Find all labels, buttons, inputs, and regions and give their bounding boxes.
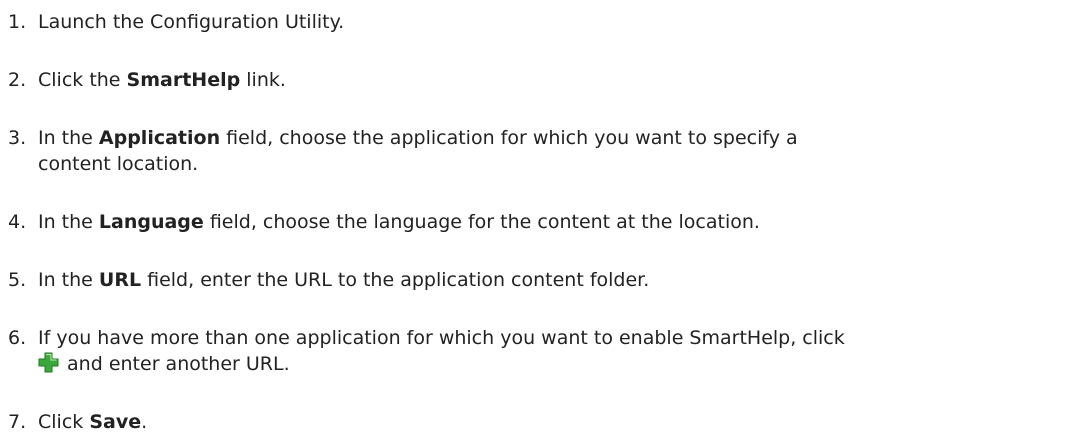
step-text: If you have more than one application fo… <box>38 325 1078 377</box>
step-text: In the URL field, enter the URL to the a… <box>38 267 1078 293</box>
step-7: 7. Click Save. <box>8 409 1078 435</box>
step-number: 7. <box>8 411 27 433</box>
step-6: 6. If you have more than one application… <box>8 325 1078 377</box>
step-text-pre: Click the <box>38 69 127 91</box>
step-3: 3. In the Application field, choose the … <box>8 125 1078 177</box>
step-4: 4. In the Language field, choose the lan… <box>8 209 1078 235</box>
ui-term: SmartHelp <box>126 69 241 91</box>
step-number: 4. <box>8 211 27 233</box>
step-text-line2: and enter another URL. <box>61 353 290 375</box>
step-text-post: field, enter the URL to the application … <box>141 269 650 291</box>
step-number: 6. <box>8 327 27 349</box>
step-text-post: field, choose the language for the conte… <box>203 211 760 233</box>
step-text-pre: In the <box>38 127 99 149</box>
step-number: 5. <box>8 269 27 291</box>
step-1: 1. Launch the Configuration Utility. <box>8 9 1078 35</box>
step-number: 2. <box>8 69 27 91</box>
step-text-pre: Click <box>38 411 90 433</box>
ui-term: URL <box>98 269 142 291</box>
step-text-post: field, choose the application for which … <box>220 127 798 149</box>
step-2: 2. Click the SmartHelp link. <box>8 67 1078 93</box>
add-icon <box>38 352 59 373</box>
step-text-post: . <box>141 411 148 433</box>
step-text: Click Save. <box>38 409 1078 435</box>
step-text: In the Application field, choose the app… <box>38 125 1078 177</box>
step-text: Launch the Configuration Utility. <box>38 9 1078 35</box>
step-text-pre: In the <box>38 211 99 233</box>
step-text: Click the SmartHelp link. <box>38 67 1078 93</box>
step-text-body: Launch the Configuration Utility. <box>38 11 345 33</box>
ui-term: Save <box>89 411 142 433</box>
step-text-line2: content location. <box>38 153 199 175</box>
ui-term: Language <box>98 211 204 233</box>
step-text: In the Language field, choose the langua… <box>38 209 1078 235</box>
step-5: 5. In the URL field, enter the URL to th… <box>8 267 1078 293</box>
step-number: 1. <box>8 11 27 33</box>
step-text-post: link. <box>240 69 286 91</box>
step-text-body: If you have more than one application fo… <box>38 327 845 349</box>
step-number: 3. <box>8 127 27 149</box>
step-text-pre: In the <box>38 269 99 291</box>
ui-term: Application <box>98 127 221 149</box>
